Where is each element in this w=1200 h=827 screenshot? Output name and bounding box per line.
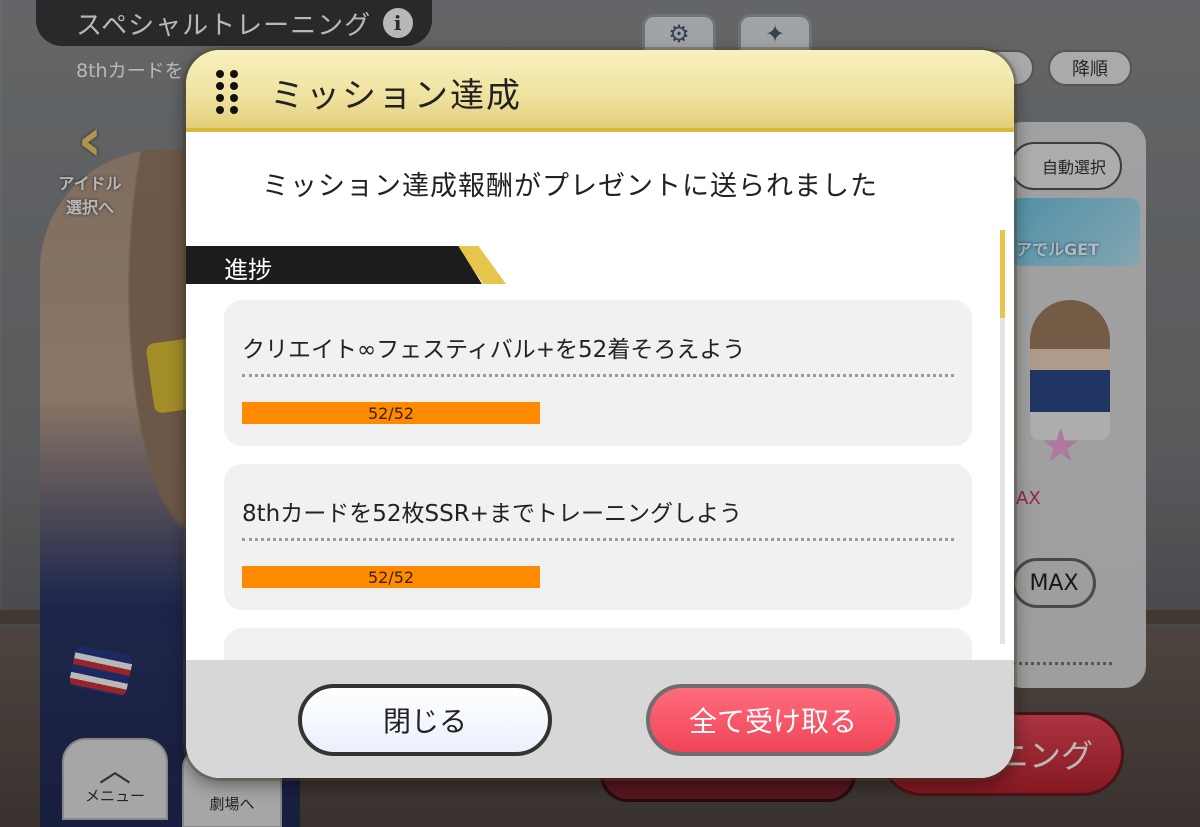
mission-text: 8thカードを52枚SSR+までトレーニングしよう bbox=[242, 501, 742, 527]
progress-section-header: 進捗 bbox=[186, 246, 506, 284]
mission-progress-text: 52/52 bbox=[367, 403, 415, 423]
scrollbar-thumb[interactable] bbox=[1000, 230, 1005, 318]
mission-progress-bar: 52/52 bbox=[242, 402, 540, 424]
mission-progress-bar: 52/52 bbox=[242, 566, 540, 588]
dialog-message-text: ミッション達成報酬がプレゼントに送られました bbox=[262, 171, 878, 202]
mission-item: 8thカードを52枚SSR+までトレーニングしよう 52/52 bbox=[224, 464, 972, 610]
dialog-footer: 閉じる 全て受け取る bbox=[186, 660, 1014, 778]
scrollbar[interactable] bbox=[1000, 230, 1005, 644]
mission-list[interactable]: クリエイト∞フェスティバル+を52着そろえよう 52/52 8thカードを52枚… bbox=[224, 300, 972, 660]
progress-section-label: 進捗 bbox=[224, 256, 272, 284]
mission-progress-text: 52/52 bbox=[367, 567, 415, 587]
dialog-message: ミッション達成報酬がプレゼントに送られました bbox=[186, 164, 1014, 203]
close-button[interactable]: 閉じる bbox=[298, 684, 552, 756]
dialog-header: ミッション達成 bbox=[186, 50, 1014, 132]
dialog-title: ミッション達成 bbox=[270, 76, 522, 116]
receive-all-button[interactable]: 全て受け取る bbox=[646, 684, 900, 756]
mission-divider bbox=[242, 538, 954, 541]
mission-divider bbox=[242, 374, 954, 377]
mission-text: クリエイト∞フェスティバル+を52着そろえよう bbox=[242, 337, 746, 363]
mission-complete-dialog: ミッション達成 ミッション達成報酬がプレゼントに送られました 進捗 クリエイト∞… bbox=[186, 50, 1014, 778]
mission-item: クリエイト∞フェスティバル+を52着そろえよう 52/52 bbox=[224, 300, 972, 446]
mission-item bbox=[224, 628, 972, 660]
grip-icon bbox=[216, 70, 238, 114]
